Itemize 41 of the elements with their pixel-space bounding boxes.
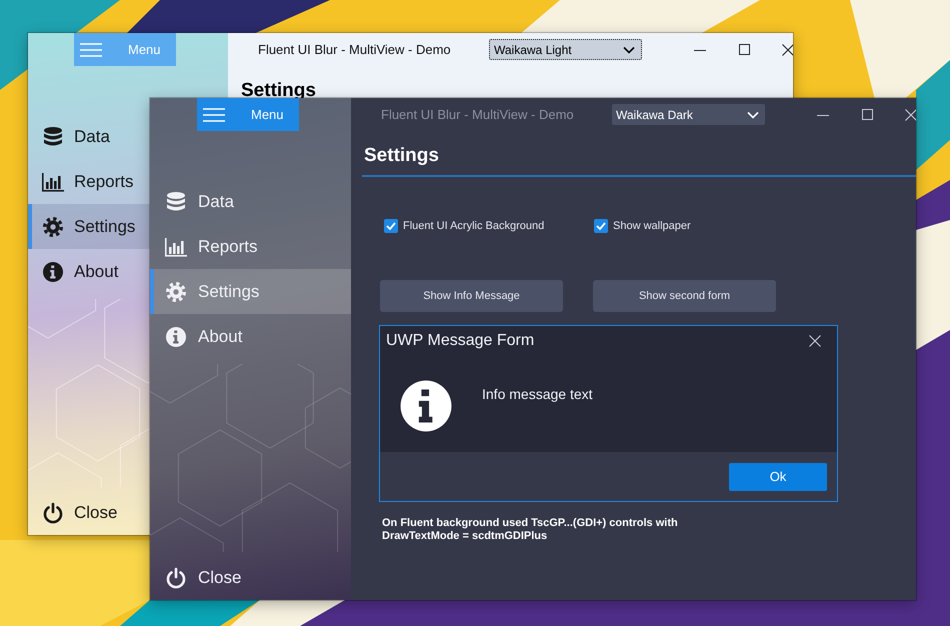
menu-icon: [203, 108, 225, 122]
sidebar-item[interactable]: Settings: [28, 204, 150, 249]
info-note: On Fluent background used TscGP...(GDI+) controls with DrawTextMode = scdtmGDIPlus: [382, 517, 679, 543]
sidebar-item[interactable]: Data: [28, 114, 150, 159]
sidebar-item[interactable]: Reports: [150, 224, 351, 269]
power-icon: [42, 502, 64, 524]
theme-dropdown[interactable]: Waikawa Light: [489, 39, 642, 60]
ok-button[interactable]: Ok: [729, 462, 827, 490]
checkbox-label[interactable]: Show wallpaper: [613, 220, 691, 232]
window-title: Fluent UI Blur - MultiView - Demo: [258, 42, 452, 57]
menu-button[interactable]: Menu: [197, 98, 299, 131]
close-icon[interactable]: [782, 44, 793, 56]
sidebar-item[interactable]: Data: [150, 179, 351, 224]
dialog-message: Info message text: [482, 386, 593, 402]
maximize-icon[interactable]: [738, 44, 750, 55]
info-icon: [398, 378, 454, 434]
bar-chart-icon: [41, 170, 65, 192]
action-button[interactable]: Show Info Message: [380, 280, 563, 312]
info-icon: [165, 326, 187, 348]
menu-icon: [80, 42, 102, 56]
checkbox[interactable]: [384, 219, 398, 233]
theme-dropdown[interactable]: Waikawa Dark: [612, 104, 765, 125]
action-button[interactable]: Show second form: [593, 280, 776, 312]
sidebar-item[interactable]: About: [28, 249, 150, 294]
checkbox-label[interactable]: Fluent UI Acrylic Background: [403, 220, 544, 232]
info-icon: [42, 260, 64, 282]
power-icon: [165, 566, 187, 588]
window-title: Fluent UI Blur - MultiView - Demo: [381, 107, 575, 122]
gear-icon: [165, 280, 187, 302]
close-item[interactable]: Close: [150, 555, 351, 600]
sidebar-item[interactable]: About: [150, 314, 351, 359]
bar-chart-icon: [164, 236, 188, 258]
sidebar-item[interactable]: Reports: [28, 159, 150, 204]
dialog-title: UWP Message Form: [386, 332, 534, 350]
checkbox[interactable]: [594, 219, 608, 233]
close-item[interactable]: Close: [28, 490, 150, 535]
page-heading: Settings: [364, 144, 440, 168]
gear-icon: [42, 216, 64, 238]
database-icon: [165, 190, 187, 212]
database-icon: [42, 126, 64, 148]
chevron-icon[interactable]: [623, 46, 635, 54]
